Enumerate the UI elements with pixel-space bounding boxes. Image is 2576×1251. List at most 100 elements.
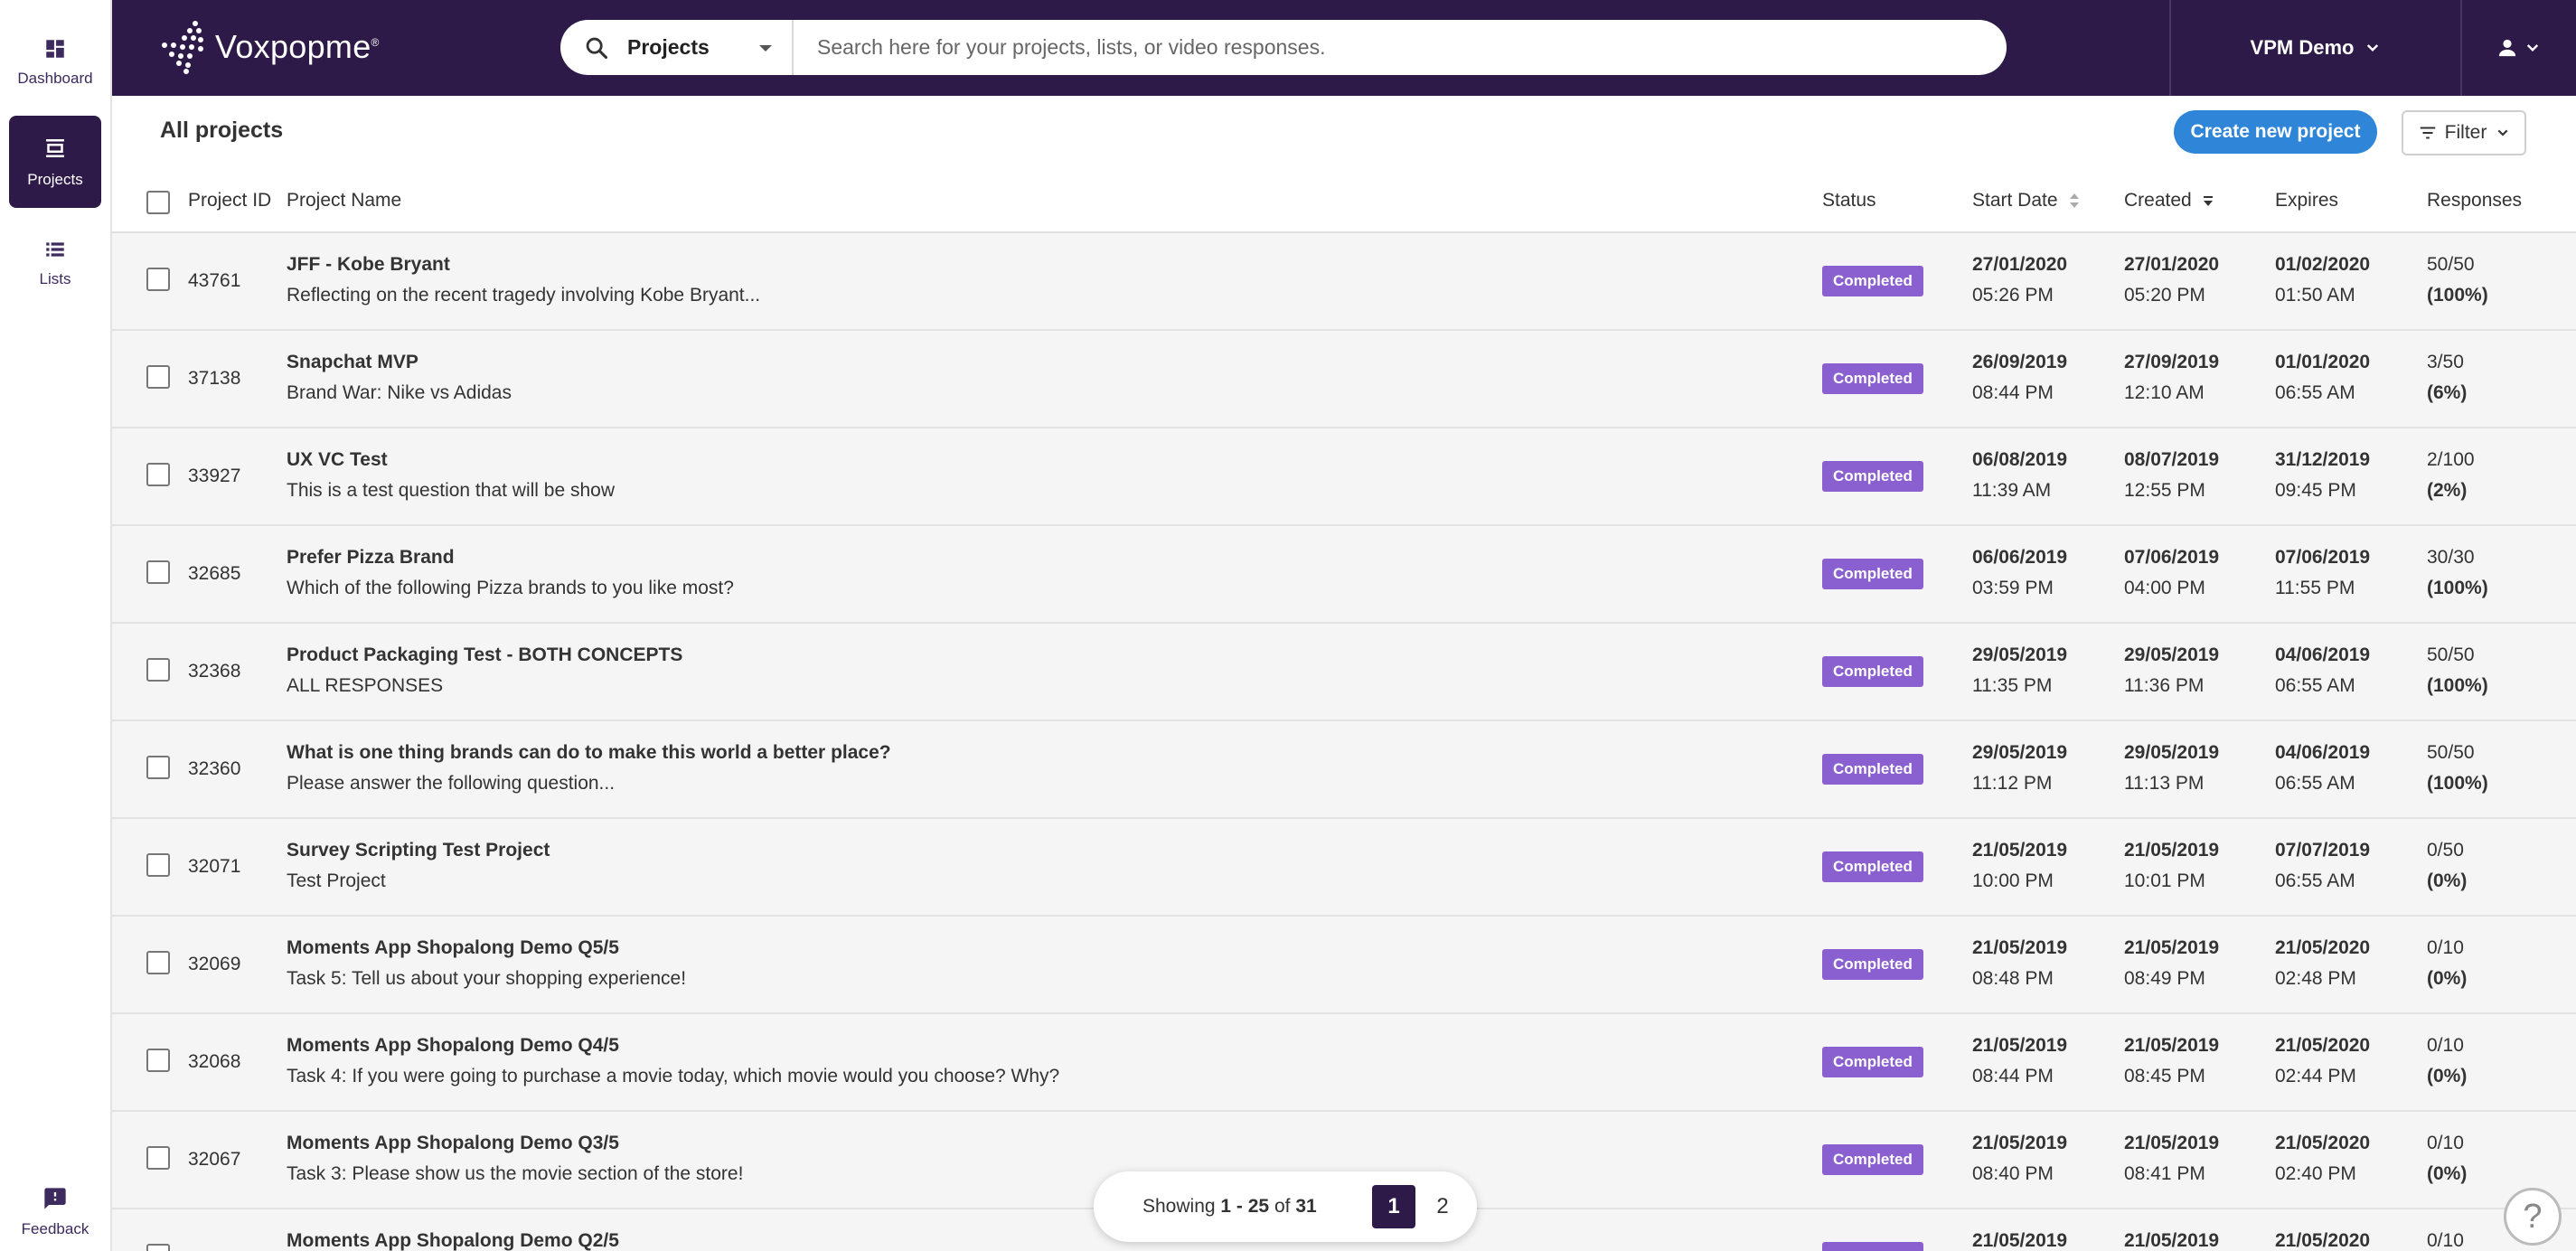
table-row[interactable]: 32360 What is one thing brands can do to … <box>112 721 2576 819</box>
account-switcher[interactable]: VPM Demo <box>2169 0 2460 96</box>
row-checkbox[interactable] <box>146 365 170 389</box>
row-checkbox[interactable] <box>146 268 170 291</box>
status-badge: Completed <box>1822 559 1923 589</box>
table-row[interactable]: 43761 JFF - Kobe Bryant Reflecting on the … <box>112 233 2576 331</box>
table-row[interactable]: 33927 UX VC Test This is a test question t… <box>112 428 2576 526</box>
responses-cell: 3/50 (6%) <box>2427 347 2467 409</box>
nav-dashboard[interactable]: Dashboard <box>9 16 101 108</box>
project-name-cell[interactable]: Survey Scripting Test Project Test Projec… <box>287 835 550 897</box>
expires-cell: 21/05/2020 <box>2275 1226 2370 1251</box>
project-name[interactable]: Moments App Shopalong Demo Q2/5 <box>287 1226 619 1251</box>
row-checkbox[interactable] <box>146 658 170 682</box>
project-name-cell[interactable]: Prefer Pizza Brand Which of the following… <box>287 542 734 604</box>
project-description: Task 3: Please show us the movie section… <box>287 1163 744 1184</box>
table-row[interactable]: 32071 Survey Scripting Test Project Test P… <box>112 819 2576 917</box>
project-id: 32069 <box>188 954 241 974</box>
expires-date: 07/07/2019 <box>2275 840 2371 861</box>
created-date: 21/05/2019 <box>2124 1133 2220 1153</box>
status-badge: Completed <box>1822 949 1923 980</box>
page-1-button[interactable]: 1 <box>1372 1185 1415 1228</box>
table-row[interactable]: 32368 Product Packaging Test - BOTH CONCE… <box>112 624 2576 721</box>
project-name[interactable]: Moments App Shopalong Demo Q5/5 <box>287 933 686 964</box>
caret-down-icon <box>759 45 772 52</box>
expires-cell: 21/05/2020 02:40 PM <box>2275 1128 2370 1190</box>
project-name-cell[interactable]: Moments App Shopalong Demo Q3/5 Task 3: P… <box>287 1128 743 1190</box>
row-checkbox[interactable] <box>146 756 170 779</box>
project-name-cell[interactable]: What is one thing brands can do to make … <box>287 738 891 799</box>
expires-cell: 07/06/2019 11:55 PM <box>2275 542 2370 604</box>
row-checkbox[interactable] <box>146 853 170 877</box>
project-name[interactable]: JFF - Kobe Bryant <box>287 249 760 280</box>
start-time: 11:39 AM <box>1972 480 2052 501</box>
responses-percent: (6%) <box>2427 382 2468 403</box>
project-name-cell[interactable]: Moments App Shopalong Demo Q4/5 Task 4: I… <box>287 1030 1059 1092</box>
table-row[interactable]: 32685 Prefer Pizza Brand Which of the foll… <box>112 526 2576 624</box>
nav-lists[interactable]: Lists <box>9 217 101 309</box>
expires-time: 06:55 AM <box>2275 675 2355 696</box>
expires-cell: 21/05/2020 02:48 PM <box>2275 933 2370 994</box>
expires-time: 02:44 PM <box>2275 1066 2356 1086</box>
column-status[interactable]: Status <box>1822 190 1876 212</box>
project-name-cell[interactable]: UX VC Test This is a test question that w… <box>287 445 615 506</box>
column-project-name[interactable]: Project Name <box>287 190 401 212</box>
search-input[interactable] <box>794 20 2007 75</box>
expires-time: 06:55 AM <box>2275 870 2355 891</box>
start-time: 05:26 PM <box>1972 285 2054 306</box>
page-2-button[interactable]: 2 <box>1421 1185 1464 1228</box>
project-name[interactable]: Prefer Pizza Brand <box>287 542 734 573</box>
user-menu[interactable] <box>2460 0 2576 96</box>
project-name[interactable]: Snapchat MVP <box>287 347 512 378</box>
nav-dashboard-label: Dashboard <box>17 70 93 87</box>
column-responses[interactable]: Responses <box>2427 190 2522 212</box>
created-cell: 21/05/2019 <box>2124 1226 2219 1251</box>
created-date: 21/05/2019 <box>2124 840 2220 861</box>
project-name[interactable]: What is one thing brands can do to make … <box>287 738 891 768</box>
row-checkbox[interactable] <box>146 560 170 584</box>
help-button[interactable]: ? <box>2504 1188 2562 1246</box>
responses-percent: (100%) <box>2427 773 2488 794</box>
create-project-button[interactable]: Create new project <box>2174 110 2377 154</box>
start-date-cell: 27/01/2020 05:26 PM <box>1972 249 2067 311</box>
start-date-cell: 06/08/2019 11:39 AM <box>1972 445 2067 506</box>
start-time: 03:59 PM <box>1972 578 2054 598</box>
start-date-cell: 06/06/2019 03:59 PM <box>1972 542 2067 604</box>
project-name-cell[interactable]: Moments App Shopalong Demo Q2/5 <box>287 1226 619 1251</box>
project-name-cell[interactable]: Product Packaging Test - BOTH CONCEPTS AL… <box>287 640 682 701</box>
project-name[interactable]: Survey Scripting Test Project <box>287 835 550 866</box>
table-row[interactable]: 37138 Snapchat MVP Brand War: Nike vs Adid… <box>112 331 2576 428</box>
table-row[interactable]: 32069 Moments App Shopalong Demo Q5/5 Task… <box>112 917 2576 1014</box>
search-scope-select[interactable]: Projects <box>560 20 794 75</box>
table-row[interactable]: 32068 Moments App Shopalong Demo Q4/5 Task… <box>112 1014 2576 1112</box>
start-date: 06/06/2019 <box>1972 547 2068 568</box>
row-checkbox[interactable] <box>146 1049 170 1072</box>
project-name-cell[interactable]: JFF - Kobe Bryant Reflecting on the recen… <box>287 249 760 311</box>
project-name-cell[interactable]: Snapchat MVP Brand War: Nike vs Adidas <box>287 347 512 409</box>
column-project-id[interactable]: Project ID <box>188 190 271 212</box>
start-date: 21/05/2019 <box>1972 937 2068 958</box>
column-created[interactable]: Created <box>2124 190 2215 212</box>
row-checkbox[interactable] <box>146 951 170 974</box>
project-name-cell[interactable]: Moments App Shopalong Demo Q5/5 Task 5: T… <box>287 933 686 994</box>
column-start-date[interactable]: Start Date <box>1972 190 2082 212</box>
created-time: 11:36 PM <box>2124 675 2205 696</box>
column-expires[interactable]: Expires <box>2275 190 2338 212</box>
start-date-cell: 21/05/2019 <box>1972 1226 2067 1251</box>
filter-button[interactable]: Filter <box>2402 110 2526 155</box>
row-checkbox[interactable] <box>146 1244 170 1251</box>
project-name[interactable]: Moments App Shopalong Demo Q4/5 <box>287 1030 1059 1061</box>
responses-count: 2/100 <box>2427 449 2475 470</box>
row-checkbox[interactable] <box>146 1146 170 1170</box>
start-time: 11:12 PM <box>1972 773 2053 794</box>
project-name[interactable]: UX VC Test <box>287 445 615 475</box>
project-name[interactable]: Product Packaging Test - BOTH CONCEPTS <box>287 640 682 671</box>
nav-feedback-label: Feedback <box>21 1220 89 1237</box>
expires-time: 01:50 AM <box>2275 285 2355 306</box>
row-checkbox[interactable] <box>146 463 170 486</box>
logo[interactable]: Voxpopme® <box>159 20 380 74</box>
select-all-checkbox[interactable] <box>146 191 170 214</box>
nav-projects[interactable]: Projects <box>9 116 101 208</box>
created-date: 08/07/2019 <box>2124 449 2220 470</box>
project-name[interactable]: Moments App Shopalong Demo Q3/5 <box>287 1128 743 1159</box>
nav-feedback[interactable]: Feedback <box>9 1166 101 1251</box>
responses-count: 0/10 <box>2427 1133 2464 1153</box>
